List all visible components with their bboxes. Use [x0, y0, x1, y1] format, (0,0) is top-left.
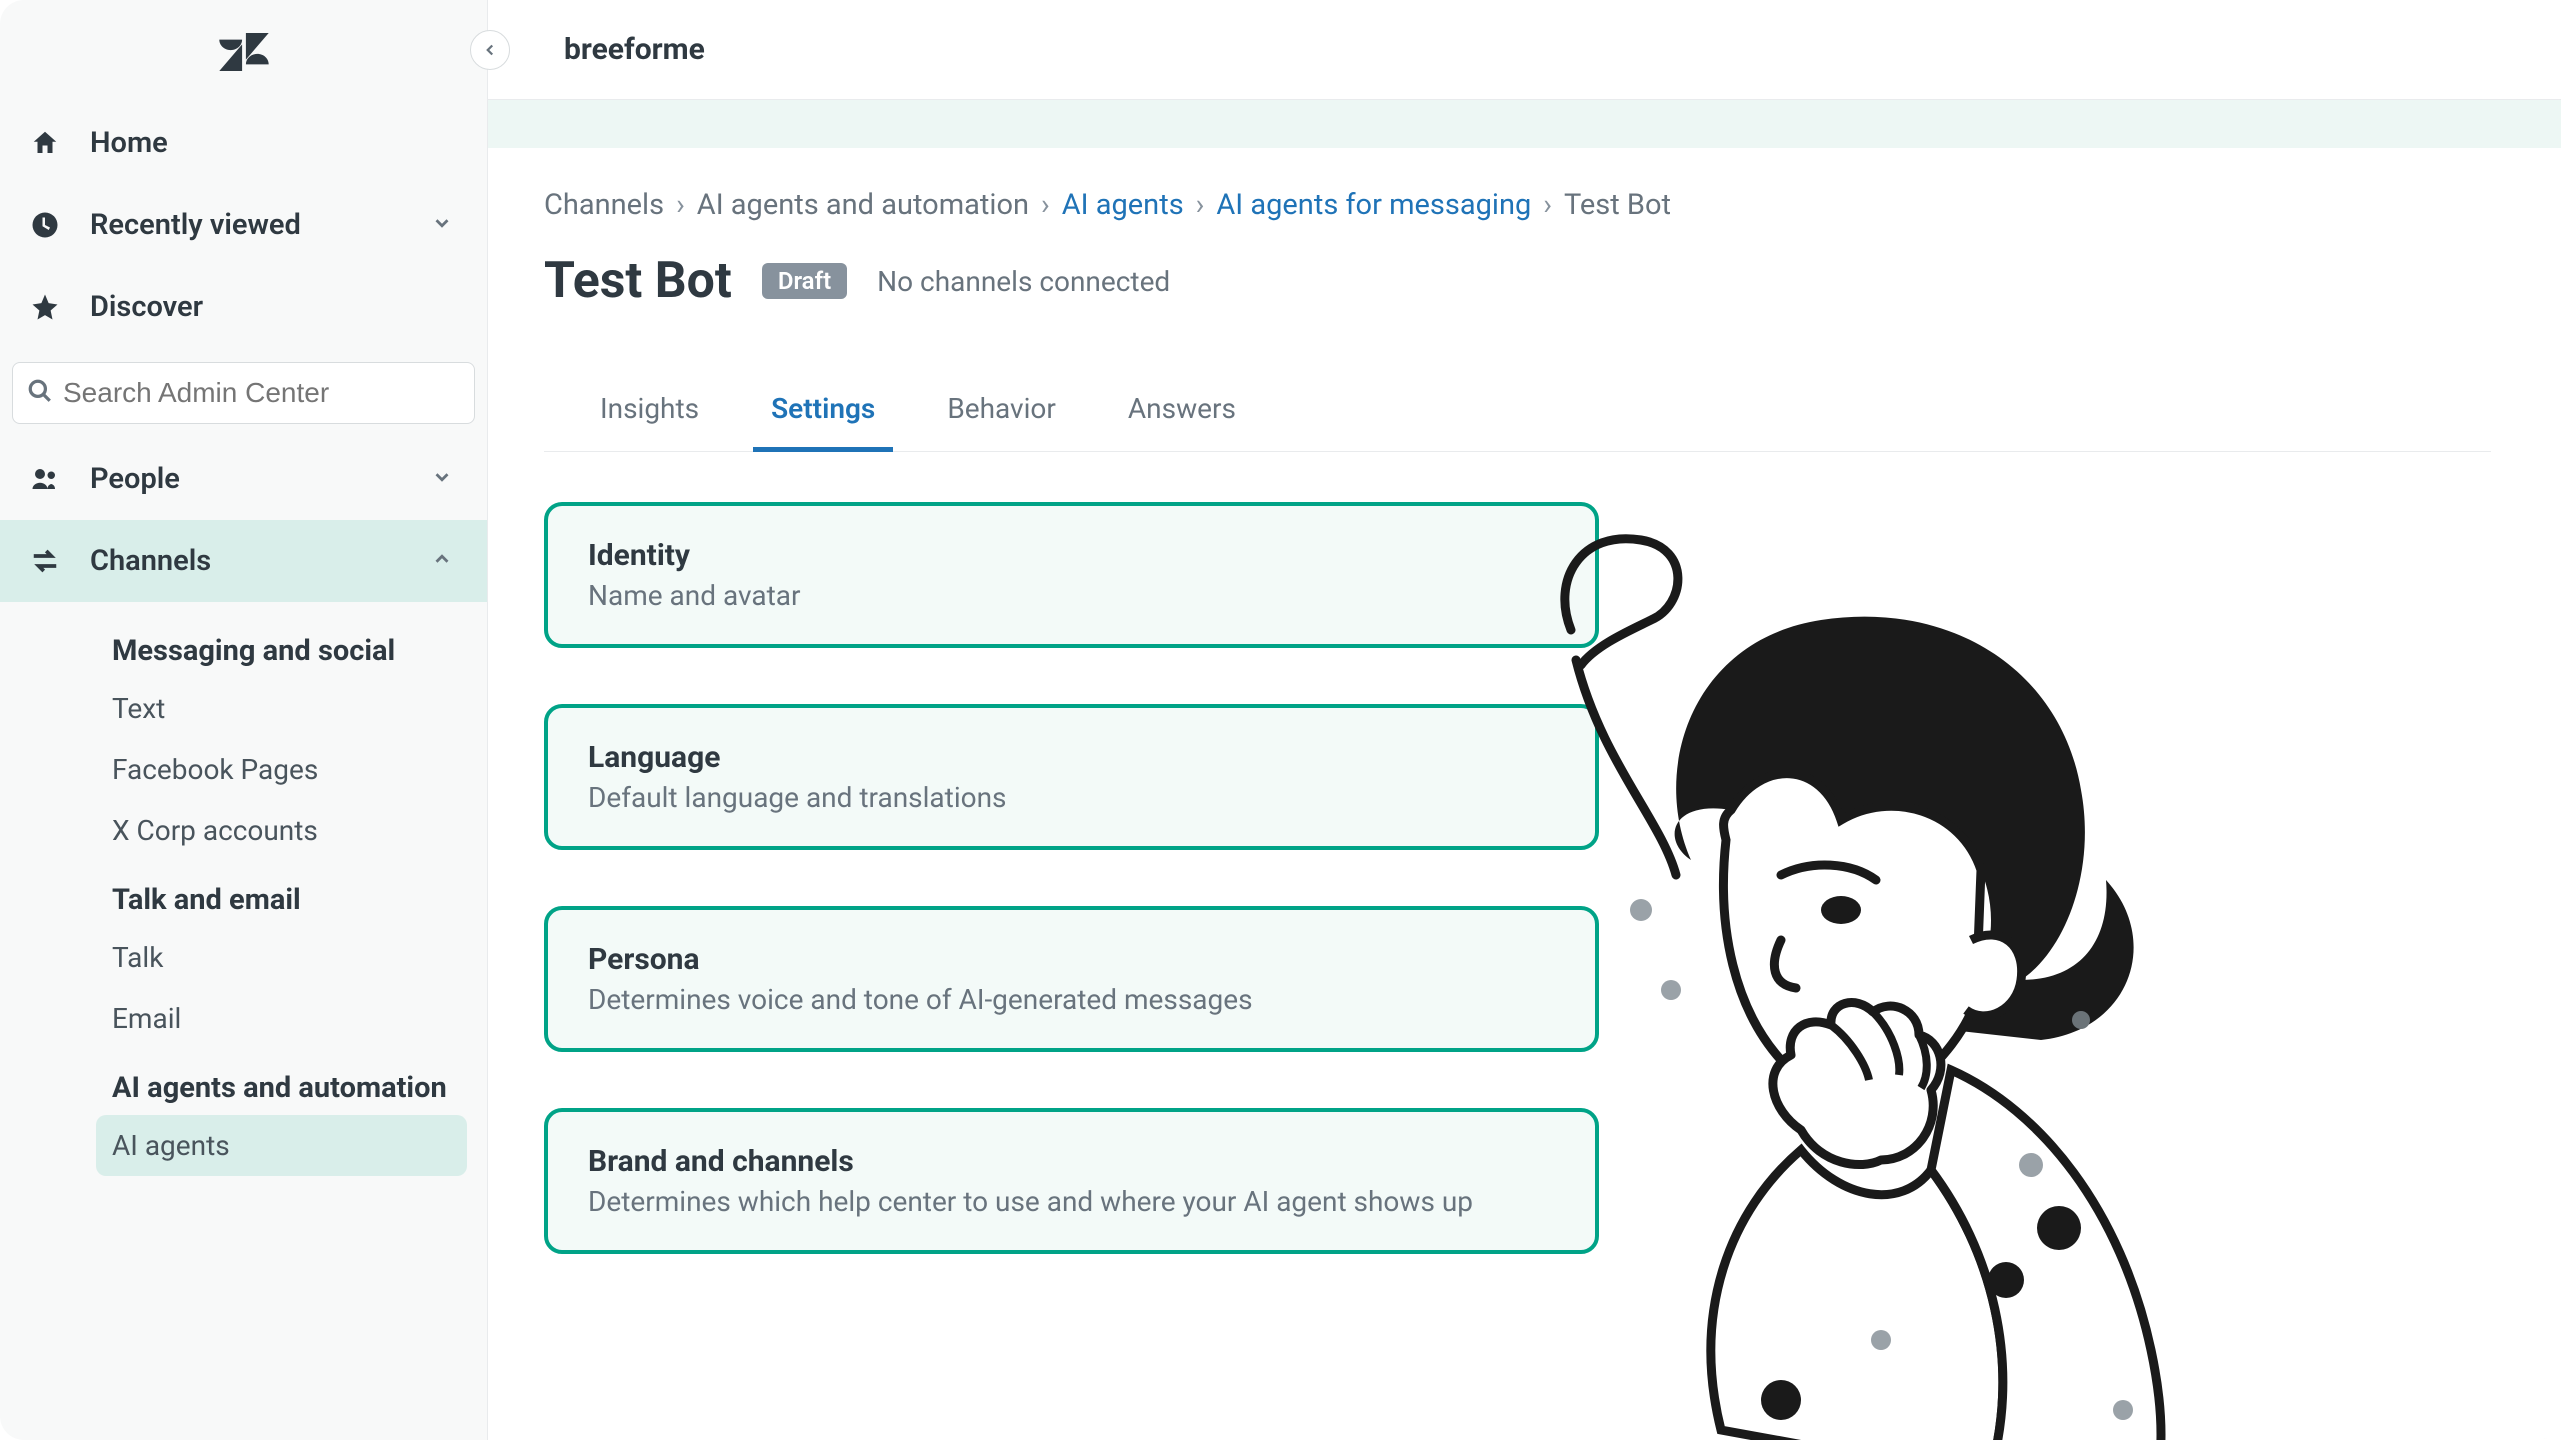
breadcrumb-item: AI agents and automation — [697, 188, 1029, 222]
sidebar-item-people[interactable]: People — [0, 438, 487, 520]
sidebar-subnav: Messaging and social Text Facebook Pages… — [0, 602, 487, 1176]
chevron-right-icon: › — [1041, 188, 1050, 222]
breadcrumb-item: Channels — [544, 188, 664, 222]
subnav-heading-ai: AI agents and automation — [0, 1049, 487, 1115]
tab-settings[interactable]: Settings — [771, 372, 875, 451]
card-language[interactable]: Language Default language and translatio… — [544, 704, 1599, 850]
card-brand[interactable]: Brand and channels Determines which help… — [544, 1108, 1599, 1254]
tab-answers[interactable]: Answers — [1128, 372, 1236, 451]
sidebar-item-channels[interactable]: Channels — [0, 520, 487, 602]
channels-icon — [30, 546, 60, 576]
clock-icon — [30, 210, 60, 240]
people-icon — [30, 464, 60, 494]
search-icon — [27, 378, 53, 408]
channel-status: No channels connected — [877, 265, 1170, 298]
sidebar-item-label: Home — [90, 126, 168, 160]
subnav-link-xcorp[interactable]: X Corp accounts — [0, 800, 487, 861]
card-subtitle: Determines voice and tone of AI-generate… — [588, 983, 1555, 1016]
status-badge: Draft — [762, 263, 847, 299]
page-title: Test Bot — [544, 252, 732, 310]
settings-cards: Identity Name and avatar Language Defaul… — [544, 502, 1599, 1254]
card-title: Persona — [588, 942, 1555, 977]
subnav-heading-talk: Talk and email — [0, 861, 487, 927]
sidebar-item-label: People — [90, 462, 180, 496]
sidebar-item-label: Channels — [90, 544, 211, 578]
chevron-right-icon: › — [1196, 188, 1205, 222]
main: breeforme Channels › AI agents and autom… — [488, 0, 2561, 1440]
chevron-right-icon: › — [676, 188, 685, 222]
home-icon — [30, 128, 60, 158]
subnav-heading-messaging: Messaging and social — [0, 612, 487, 678]
chevron-left-icon — [481, 41, 499, 59]
logo[interactable] — [0, 12, 487, 92]
subnav-link-email[interactable]: Email — [0, 988, 487, 1049]
subnav-link-talk[interactable]: Talk — [0, 927, 487, 988]
search-input-wrap[interactable] — [12, 362, 475, 424]
subnav-link-facebook[interactable]: Facebook Pages — [0, 739, 487, 800]
breadcrumb-current: Test Bot — [1564, 188, 1671, 222]
workspace-title: breeforme — [564, 32, 705, 67]
chevron-down-icon — [431, 208, 453, 242]
card-title: Identity — [588, 538, 1555, 573]
chevron-down-icon — [431, 462, 453, 496]
app-shell: Home Recently viewed Discover — [0, 0, 2561, 1440]
chevron-right-icon: › — [1543, 188, 1552, 222]
breadcrumb: Channels › AI agents and automation › AI… — [544, 188, 2491, 222]
sidebar-item-discover[interactable]: Discover — [0, 266, 487, 348]
collapse-sidebar-button[interactable] — [470, 30, 510, 70]
chevron-up-icon — [431, 544, 453, 578]
thinking-person-illustration — [1521, 510, 2201, 1440]
breadcrumb-link[interactable]: AI agents — [1062, 188, 1184, 222]
star-icon — [30, 292, 60, 322]
card-identity[interactable]: Identity Name and avatar — [544, 502, 1599, 648]
notification-bar — [488, 100, 2561, 148]
sidebar-item-home[interactable]: Home — [0, 102, 487, 184]
content: Channels › AI agents and automation › AI… — [488, 148, 2561, 1254]
subnav-link-text[interactable]: Text — [0, 678, 487, 739]
card-subtitle: Default language and translations — [588, 781, 1555, 814]
sidebar-item-recent[interactable]: Recently viewed — [0, 184, 487, 266]
zendesk-logo-icon — [219, 33, 269, 71]
sidebar: Home Recently viewed Discover — [0, 0, 488, 1440]
subnav-link-ai-agents[interactable]: AI agents — [96, 1115, 467, 1176]
card-title: Brand and channels — [588, 1144, 1555, 1179]
decorative-lines — [1568, 668, 2561, 1440]
sidebar-item-label: Discover — [90, 290, 203, 324]
tab-bar: Insights Settings Behavior Answers — [544, 372, 2491, 452]
sidebar-item-label: Recently viewed — [90, 208, 301, 242]
card-subtitle: Determines which help center to use and … — [588, 1185, 1555, 1218]
breadcrumb-link[interactable]: AI agents for messaging — [1216, 188, 1531, 222]
card-subtitle: Name and avatar — [588, 579, 1555, 612]
card-persona[interactable]: Persona Determines voice and tone of AI-… — [544, 906, 1599, 1052]
card-title: Language — [588, 740, 1555, 775]
tab-behavior[interactable]: Behavior — [947, 372, 1056, 451]
topbar: breeforme — [488, 0, 2561, 100]
search-input[interactable] — [63, 377, 460, 409]
tab-insights[interactable]: Insights — [600, 372, 699, 451]
